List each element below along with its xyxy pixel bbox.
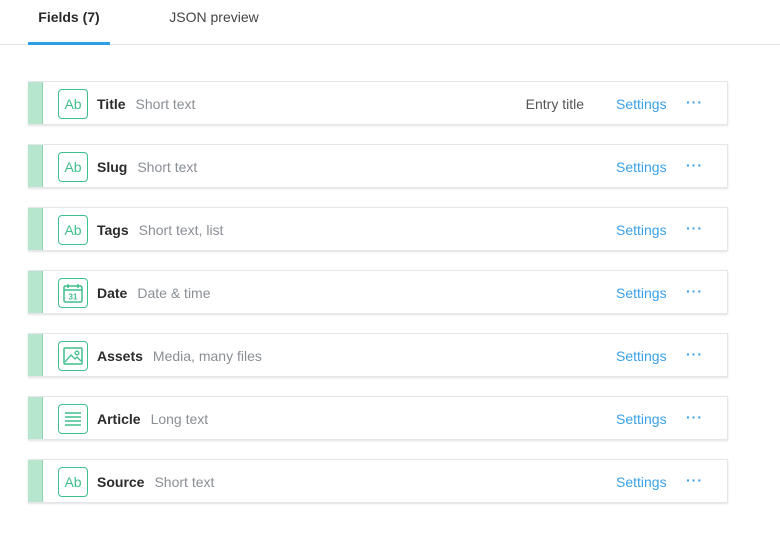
settings-link[interactable]: Settings xyxy=(616,271,667,315)
tab-fields[interactable]: Fields (7) xyxy=(28,0,110,45)
field-row-source[interactable]: Ab Source Short text Settings ··· xyxy=(28,459,728,503)
field-name-wrap: Source Short text xyxy=(97,460,214,504)
field-name: Source xyxy=(97,474,145,490)
text-icon: Ab xyxy=(58,215,88,245)
field-name: Date xyxy=(97,285,128,301)
calendar-day: 31 xyxy=(69,293,78,302)
more-options-icon[interactable]: ··· xyxy=(686,397,703,441)
field-type: Date & time xyxy=(137,285,211,301)
more-options-icon[interactable]: ··· xyxy=(686,82,703,126)
field-name-wrap: Title Short text xyxy=(97,82,195,126)
field-row-date[interactable]: 31 Date Date & time Settings ··· xyxy=(28,270,728,314)
field-name-wrap: Slug Short text xyxy=(97,145,197,189)
drag-handle[interactable] xyxy=(28,271,43,313)
text-icon-glyph: Ab xyxy=(64,159,82,175)
settings-link[interactable]: Settings xyxy=(616,334,667,378)
drag-handle[interactable] xyxy=(28,460,43,502)
drag-handle[interactable] xyxy=(28,334,43,376)
tab-bar: Fields (7) JSON preview xyxy=(0,0,780,45)
settings-link[interactable]: Settings xyxy=(616,208,667,252)
field-row-article[interactable]: Article Long text Settings ··· xyxy=(28,396,728,440)
more-options-icon[interactable]: ··· xyxy=(686,334,703,378)
tab-json-preview[interactable]: JSON preview xyxy=(160,0,268,44)
more-options-icon[interactable]: ··· xyxy=(686,271,703,315)
drag-handle[interactable] xyxy=(28,82,43,124)
field-type: Short text xyxy=(154,474,215,490)
settings-link[interactable]: Settings xyxy=(616,145,667,189)
settings-link[interactable]: Settings xyxy=(616,460,667,504)
field-row-title[interactable]: Ab Title Short text Entry title Settings … xyxy=(28,81,728,125)
text-icon-glyph: Ab xyxy=(64,474,82,490)
field-name: Tags xyxy=(97,222,129,238)
long-text-icon-svg xyxy=(65,412,81,426)
field-name-wrap: Assets Media, many files xyxy=(97,334,262,378)
field-name-wrap: Article Long text xyxy=(97,397,208,441)
image-icon-svg xyxy=(63,347,83,365)
text-icon-glyph: Ab xyxy=(64,222,82,238)
more-options-icon[interactable]: ··· xyxy=(686,208,703,252)
calendar-icon: 31 xyxy=(58,278,88,308)
text-icon: Ab xyxy=(58,467,88,497)
field-name-wrap: Date Date & time xyxy=(97,271,211,315)
field-name: Title xyxy=(97,96,126,112)
field-name: Assets xyxy=(97,348,143,364)
field-name: Slug xyxy=(97,159,128,175)
long-text-icon xyxy=(58,404,88,434)
more-options-icon[interactable]: ··· xyxy=(686,145,703,189)
field-row-slug[interactable]: Ab Slug Short text Settings ··· xyxy=(28,144,728,188)
field-type: Long text xyxy=(150,411,209,427)
text-icon: Ab xyxy=(58,89,88,119)
calendar-icon-svg: 31 xyxy=(63,284,83,303)
field-name-wrap: Tags Short text, list xyxy=(97,208,223,252)
field-row-assets[interactable]: Assets Media, many files Settings ··· xyxy=(28,333,728,377)
image-icon xyxy=(58,341,88,371)
text-icon: Ab xyxy=(58,152,88,182)
settings-link[interactable]: Settings xyxy=(616,82,667,126)
field-type: Short text xyxy=(137,159,198,175)
drag-handle[interactable] xyxy=(28,145,43,187)
field-row-tags[interactable]: Ab Tags Short text, list Settings ··· xyxy=(28,207,728,251)
drag-handle[interactable] xyxy=(28,208,43,250)
text-icon-glyph: Ab xyxy=(64,96,82,112)
settings-link[interactable]: Settings xyxy=(616,397,667,441)
field-name: Article xyxy=(97,411,141,427)
entry-title-label: Entry title xyxy=(525,96,584,112)
more-options-icon[interactable]: ··· xyxy=(686,460,703,504)
drag-handle[interactable] xyxy=(28,397,43,439)
field-type: Short text, list xyxy=(138,222,224,238)
field-type: Media, many files xyxy=(152,348,262,364)
field-type: Short text xyxy=(135,96,196,112)
